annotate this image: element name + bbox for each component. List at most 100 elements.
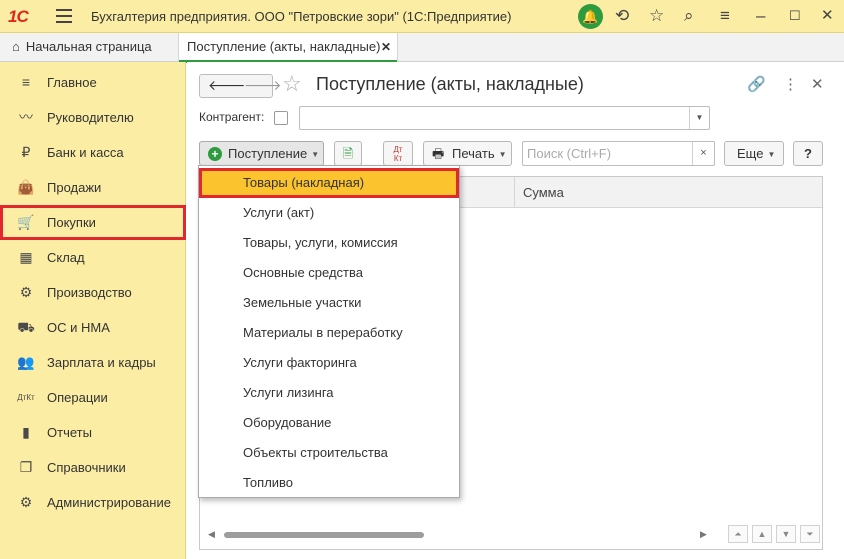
copy-doc-button[interactable]: 🗎 [334,141,362,166]
sidebar-item-icon: 🛒 [17,214,35,230]
print-label: Печать [452,146,495,161]
sidebar-item[interactable]: ❐ Справочники [0,450,186,485]
page-down-icon[interactable]: ▼ [776,525,796,543]
postuplenie-label: Поступление [228,146,308,161]
contractor-input[interactable]: ▼ [299,106,710,130]
star-icon[interactable]: ☆ [649,6,664,26]
dropdown-menu-item[interactable]: Товары (накладная) [199,168,459,198]
sidebar-item[interactable]: ▦ Склад [0,240,186,275]
sidebar-item-label: Склад [47,250,85,265]
favorite-star-icon[interactable]: ☆ [282,71,302,97]
sidebar-item[interactable]: ДтКт Операции [0,380,186,415]
sidebar-item-icon: 👜 [17,179,35,195]
chevron-down-icon[interactable]: ▼ [689,107,709,129]
sidebar-item-label: Банк и касса [47,145,124,160]
sidebar-item[interactable]: ≡ Главное [0,65,186,100]
contractor-label: Контрагент: [199,110,265,124]
scroll-left-icon[interactable]: ◀ [208,529,215,540]
scroll-right-icon[interactable]: ▶ [700,529,707,540]
dropdown-menu-item[interactable]: Товары, услуги, комиссия [199,228,459,258]
sidebar-item-icon: ⚙ [19,494,33,510]
form-title: Поступление (акты, накладные) [316,74,584,94]
postuplenie-button[interactable]: + Поступление ▼ [199,141,324,166]
more-label: Еще [737,146,764,161]
sidebar-item[interactable]: ▮ Отчеты [0,415,186,450]
minimize-icon[interactable]: – [756,6,765,26]
sidebar-item[interactable]: 👥 Зарплата и кадры [0,345,186,380]
sidebar-item-icon: ⛟ [17,319,35,335]
tab-home[interactable]: ⌂ Начальная страница [0,33,152,62]
search-icon[interactable]: ⌕ [684,6,694,26]
sidebar-item[interactable]: ⛟ ОС и НМА [0,310,186,345]
link-icon[interactable]: 🔗 [747,75,766,93]
dropdown-menu-item[interactable]: Услуги (акт) [199,198,459,228]
sidebar-item-icon: 〰 [19,109,33,125]
tab-close-icon[interactable]: ✕ [381,33,391,61]
sidebar-item[interactable]: ⚙ Производство [0,275,186,310]
sidebar-item-label: Администрирование [47,495,171,510]
chevron-down-icon: ▼ [311,150,320,159]
more-vertical-icon[interactable]: ⋮ [783,75,798,93]
last-page-icon[interactable]: ⏷ [800,525,820,543]
sidebar-item-label: Руководителю [47,110,134,125]
sidebar-item-icon: ❐ [19,459,33,475]
sidebar-item-icon: ⚙ [19,284,33,300]
dtkt-button[interactable]: Дт Кт [383,141,413,166]
title-bar: 1С Бухгалтерия предприятия. ООО "Петровс… [0,0,844,33]
sidebar-item[interactable]: 🛒 Покупки [0,205,186,240]
back-arrow-icon[interactable]: 🡐 [208,77,246,94]
first-page-icon[interactable]: ⏶ [728,525,748,543]
sidebar-item[interactable]: 〰 Руководителю [0,100,186,135]
sidebar-item-icon: ₽ [21,144,31,160]
help-button[interactable]: ? [793,141,823,166]
page-up-icon[interactable]: ▲ [752,525,772,543]
maximize-icon[interactable]: ☐ [789,6,801,26]
sidebar-item-label: Продажи [47,180,102,195]
sidebar-item-icon: ДтКт [17,393,35,402]
postuplenie-dropdown-menu: Товары (накладная) Услуги (акт) Товары, ус… [198,165,460,498]
history-icon[interactable]: ⟲ [615,6,629,26]
sidebar-item[interactable]: ₽ Банк и касса [0,135,186,170]
sidebar-item-label: Отчеты [47,425,92,440]
search-placeholder: Поиск (Ctrl+F) [527,146,612,161]
forward-arrow-icon[interactable]: 🡒 [244,77,282,94]
print-button[interactable]: 🖶 Печать ▼ [423,141,512,166]
app-logo: 1С [8,7,29,26]
tab-doc-label: Поступление (акты, накладные) [187,39,381,54]
horizontal-scrollbar[interactable]: ◀ ▶ [208,529,708,540]
sidebar-item-label: Главное [47,75,97,90]
hamburger-icon[interactable]: ≡ [720,6,730,26]
contractor-checkbox[interactable] [274,111,288,125]
sidebar-item-icon: ≡ [21,74,31,90]
dropdown-menu-item[interactable]: Оборудование [199,408,459,438]
dropdown-menu-item[interactable]: Основные средства [199,258,459,288]
dropdown-menu-item[interactable]: Услуги факторинга [199,348,459,378]
column-summa[interactable]: Сумма [514,177,564,208]
sidebar-item-label: Зарплата и кадры [47,355,156,370]
bell-icon[interactable]: 🔔 [578,4,603,29]
scroll-thumb[interactable] [224,532,424,538]
dropdown-menu-item[interactable]: Материалы в переработку [199,318,459,348]
home-icon: ⌂ [12,39,20,54]
search-clear-icon[interactable]: × [692,142,714,165]
sidebar-item[interactable]: ⚙ Администрирование [0,485,186,520]
sidebar-item-icon: ▮ [22,424,30,440]
sidebar-item-label: Операции [47,390,108,405]
close-icon[interactable]: ✕ [821,6,834,26]
sidebar-item-label: Покупки [47,215,96,230]
dropdown-menu-item[interactable]: Топливо [199,468,459,498]
form-close-icon[interactable]: ✕ [811,75,824,93]
tab-postuplenie[interactable]: Поступление (акты, накладные) ✕ [178,33,398,63]
nav-buttons: 🡐 🡒 [199,74,282,98]
tab-home-label: Начальная страница [25,39,152,54]
dropdown-menu-item[interactable]: Объекты строительства [199,438,459,468]
menu-icon[interactable] [56,9,72,23]
search-input[interactable]: Поиск (Ctrl+F) × [522,141,715,166]
dropdown-menu-item[interactable]: Земельные участки [199,288,459,318]
dtkt-icon: Дт Кт [393,145,403,163]
chevron-down-icon: ▼ [498,150,507,159]
dropdown-menu-item[interactable]: Услуги лизинга [199,378,459,408]
sidebar-item-label: ОС и НМА [47,320,110,335]
more-button[interactable]: Еще ▼ [724,141,784,166]
sidebar-item[interactable]: 👜 Продажи [0,170,186,205]
